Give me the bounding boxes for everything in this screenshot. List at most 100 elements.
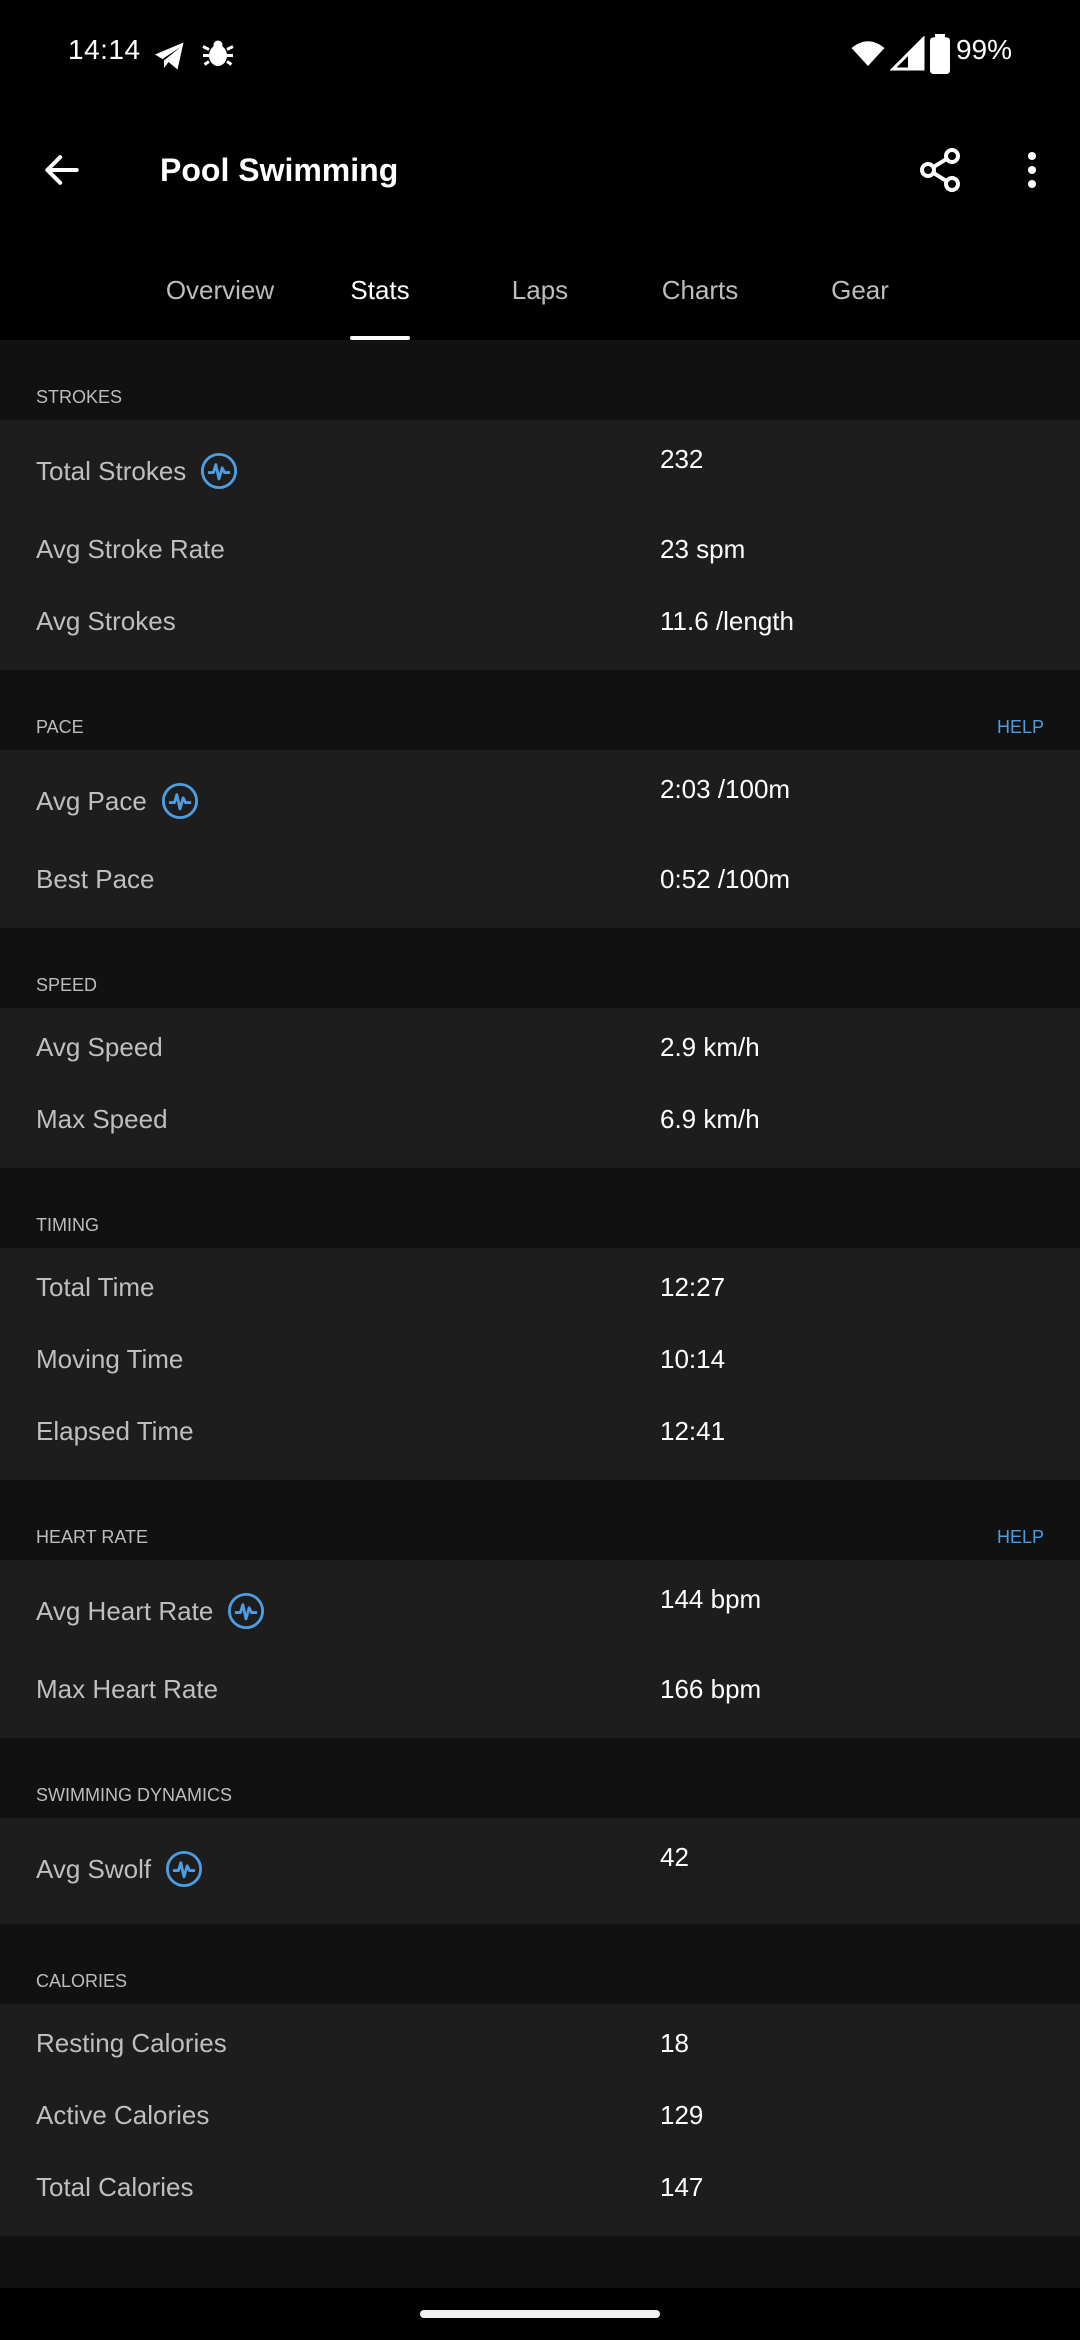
stat-label: Total Calories xyxy=(36,2172,194,2202)
chart-pulse-icon[interactable] xyxy=(200,452,238,490)
stat-label-text: Avg Pace xyxy=(36,785,147,816)
section-header-pace: PACE HELP xyxy=(0,670,1080,750)
arrow-left-icon xyxy=(45,155,79,185)
stat-value: 10:14 xyxy=(660,1344,726,1374)
stat-value: 166 bpm xyxy=(660,1674,762,1704)
stat-label: Max Heart Rate xyxy=(36,1674,219,1704)
back-button[interactable] xyxy=(30,138,94,202)
stat-label: Avg Stroke Rate xyxy=(36,534,225,564)
tab-charts[interactable]: Charts xyxy=(640,260,760,340)
stat-label-text: Total Strokes xyxy=(36,455,187,486)
help-link[interactable]: HELP xyxy=(997,1527,1044,1548)
stat-value: 144 bpm xyxy=(660,1584,762,1614)
section-timing: Total Time 12:27 Moving Time 10:14 Elaps… xyxy=(0,1248,1080,1480)
section-title: HEART RATE xyxy=(36,1527,149,1547)
stat-row-elapsed-time: Elapsed Time 12:41 xyxy=(0,1398,1080,1470)
stat-label: Resting Calories xyxy=(36,2028,227,2058)
stat-value: 6.9 km/h xyxy=(660,1104,760,1134)
stat-row-max-speed: Max Speed 6.9 km/h xyxy=(0,1086,1080,1158)
more-vert-icon xyxy=(1028,152,1036,188)
section-header-speed: SPEED xyxy=(0,928,1080,1008)
section-heart-rate: Avg Heart Rate 144 bpm Max Heart Rate 16… xyxy=(0,1560,1080,1738)
stat-label: Avg Speed xyxy=(36,1032,163,1062)
stat-value: 2:03 /100m xyxy=(660,774,791,804)
stat-label: Total Strokes xyxy=(36,452,238,490)
stat-row-avg-strokes: Avg Strokes 11.6 /length xyxy=(0,588,1080,660)
chart-pulse-icon[interactable] xyxy=(161,782,199,820)
stat-row-active-calories: Active Calories 129 xyxy=(0,2082,1080,2154)
stat-label-text: Avg Swolf xyxy=(36,1853,152,1884)
stat-row-avg-speed: Avg Speed 2.9 km/h xyxy=(0,1014,1080,1086)
chart-pulse-icon[interactable] xyxy=(227,1592,265,1630)
section-swimming-dynamics: Avg Swolf 42 xyxy=(0,1818,1080,1924)
stat-label: Max Speed xyxy=(36,1104,168,1134)
stat-label: Active Calories xyxy=(36,2100,210,2130)
stat-label: Avg Swolf xyxy=(36,1850,203,1888)
bug-icon xyxy=(202,40,234,66)
stat-row-avg-swolf[interactable]: Avg Swolf 42 xyxy=(0,1824,1080,1914)
stat-value: 11.6 /length xyxy=(660,606,794,636)
stat-row-total-strokes[interactable]: Total Strokes 232 xyxy=(0,426,1080,516)
section-header-strokes: STROKES xyxy=(0,340,1080,420)
stat-value: 23 spm xyxy=(660,534,746,564)
section-title: SPEED xyxy=(36,975,98,995)
signal-icon xyxy=(890,36,925,71)
stat-label-text: Avg Heart Rate xyxy=(36,1595,214,1626)
stat-label: Avg Pace xyxy=(36,782,199,820)
section-header-calories: CALORIES xyxy=(0,1924,1080,2004)
stat-label: Moving Time xyxy=(36,1344,184,1374)
chart-pulse-icon[interactable] xyxy=(165,1850,203,1888)
tab-stats[interactable]: Stats xyxy=(330,260,430,340)
tab-bar: Overview Stats Laps Charts Gear xyxy=(0,260,1080,340)
stat-value: 18 xyxy=(660,2028,689,2058)
battery-icon xyxy=(930,34,950,74)
section-strokes: Total Strokes 232 Avg Stroke Rate 23 spm… xyxy=(0,420,1080,670)
wifi-icon xyxy=(851,41,885,66)
stat-value: 232 xyxy=(660,444,704,474)
share-icon xyxy=(920,148,960,192)
status-bar: 14:14 99% xyxy=(0,0,1080,110)
stat-label: Elapsed Time xyxy=(36,1416,194,1446)
stat-row-moving-time: Moving Time 10:14 xyxy=(0,1326,1080,1398)
tab-laps[interactable]: Laps xyxy=(490,260,590,340)
section-title: SWIMMING DYNAMICS xyxy=(36,1785,232,1805)
section-title: PACE xyxy=(36,717,84,737)
section-title: STROKES xyxy=(36,387,123,407)
help-link[interactable]: HELP xyxy=(997,717,1044,738)
section-header-timing: TIMING xyxy=(0,1168,1080,1248)
stat-label: Total Time xyxy=(36,1272,155,1302)
share-button[interactable] xyxy=(908,138,972,202)
stat-row-avg-pace[interactable]: Avg Pace 2:03 /100m xyxy=(0,756,1080,846)
stat-value: 42 xyxy=(660,1842,689,1872)
tab-gear[interactable]: Gear xyxy=(810,260,910,340)
section-speed: Avg Speed 2.9 km/h Max Speed 6.9 km/h xyxy=(0,1008,1080,1168)
battery-percentage: 99% xyxy=(955,34,1012,65)
stat-row-total-time: Total Time 12:27 xyxy=(0,1254,1080,1326)
stat-label: Best Pace xyxy=(36,864,155,894)
stat-label: Avg Heart Rate xyxy=(36,1592,265,1630)
stat-row-avg-heart-rate[interactable]: Avg Heart Rate 144 bpm xyxy=(0,1566,1080,1656)
section-calories: Resting Calories 18 Active Calories 129 … xyxy=(0,2004,1080,2236)
stat-row-max-heart-rate: Max Heart Rate 166 bpm xyxy=(0,1656,1080,1728)
stat-row-avg-stroke-rate: Avg Stroke Rate 23 spm xyxy=(0,516,1080,588)
more-options-button[interactable] xyxy=(1000,138,1064,202)
stat-value: 147 xyxy=(660,2172,704,2202)
stat-value: 0:52 /100m xyxy=(660,864,791,894)
section-title: CALORIES xyxy=(36,1971,128,1991)
tab-overview[interactable]: Overview xyxy=(150,260,290,340)
section-header-swimming-dynamics: SWIMMING DYNAMICS xyxy=(0,1738,1080,1818)
status-time: 14:14 xyxy=(68,34,141,65)
system-navigation-bar xyxy=(0,2288,1080,2340)
stat-value: 12:27 xyxy=(660,1272,726,1302)
stat-value: 129 xyxy=(660,2100,704,2130)
app-bar: Pool Swimming Overview Stats Laps Charts… xyxy=(0,110,1080,340)
stats-content: STROKES Total Strokes 232 Avg Stroke Rat… xyxy=(0,340,1080,2236)
home-gesture-handle[interactable] xyxy=(420,2310,660,2318)
stat-label: Avg Strokes xyxy=(36,606,176,636)
stat-row-total-calories: Total Calories 147 xyxy=(0,2154,1080,2226)
stat-value: 12:41 xyxy=(660,1416,726,1446)
section-header-heart-rate: HEART RATE HELP xyxy=(0,1480,1080,1560)
stat-row-resting-calories: Resting Calories 18 xyxy=(0,2010,1080,2082)
page-title: Pool Swimming xyxy=(160,152,399,188)
section-title: TIMING xyxy=(36,1215,99,1235)
